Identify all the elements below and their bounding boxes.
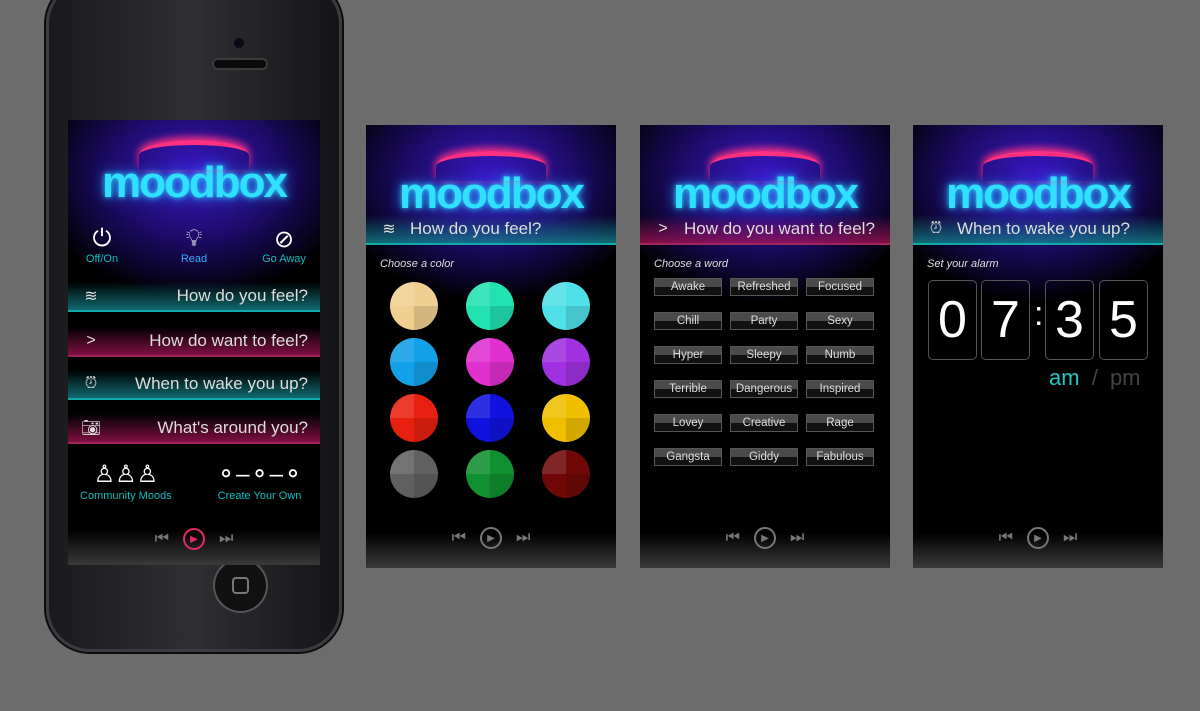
previous-icon[interactable]: ⏮: [999, 529, 1013, 547]
camera: [234, 38, 244, 48]
next-icon[interactable]: ⏭: [516, 529, 530, 547]
moodbox-logo: moodbox: [913, 151, 1163, 219]
previous-icon[interactable]: ⏮: [726, 529, 740, 547]
time-separator: :: [1034, 295, 1044, 333]
color-swatch[interactable]: [466, 282, 514, 330]
word-button[interactable]: Lovey: [654, 414, 722, 432]
color-swatch[interactable]: [466, 394, 514, 442]
moodbox-logo: moodbox: [640, 151, 890, 219]
minute-ones-digit[interactable]: 5: [1099, 280, 1148, 360]
off-on-button[interactable]: ⏻ Off/On: [68, 225, 142, 265]
menu-how-do-you-feel[interactable]: ≋ How do you feel?: [68, 282, 320, 312]
nodes-icon: ⚬‒⚬‒⚬: [216, 461, 304, 488]
word-button[interactable]: Party: [730, 312, 798, 330]
minute-tens-digit[interactable]: 3: [1045, 280, 1094, 360]
waves-icon: ≋: [84, 288, 98, 305]
header-how-do-you-want-to-feel: > How do you want to feel?: [640, 215, 890, 245]
home-button[interactable]: [213, 558, 268, 613]
menu-whats-around-you[interactable]: 📷︎ What's around you?: [68, 414, 320, 444]
color-swatch[interactable]: [390, 450, 438, 498]
go-away-button[interactable]: ⊘ Go Away: [244, 225, 320, 265]
color-swatch[interactable]: [542, 394, 590, 442]
read-button[interactable]: 💡︎ Read: [154, 225, 234, 265]
word-button[interactable]: Numb: [806, 346, 874, 364]
color-swatch[interactable]: [390, 338, 438, 386]
header-how-do-you-feel: ≋ How do you feel?: [366, 215, 616, 245]
word-button[interactable]: Creative: [730, 414, 798, 432]
hour-tens-digit[interactable]: 0: [928, 280, 977, 360]
color-swatch[interactable]: [542, 450, 590, 498]
power-icon: ⏻: [92, 225, 112, 252]
play-icon[interactable]: ▶: [1027, 527, 1049, 549]
speaker: [214, 60, 266, 68]
hour-ones-digit[interactable]: 7: [981, 280, 1030, 360]
choose-word-label: Choose a word: [654, 258, 728, 270]
set-alarm-label: Set your alarm: [927, 258, 999, 270]
word-button[interactable]: Hyper: [654, 346, 722, 364]
word-button[interactable]: Inspired: [806, 380, 874, 398]
play-icon[interactable]: ▶: [754, 527, 776, 549]
chevron-right-icon: >: [86, 332, 96, 349]
color-swatch[interactable]: [466, 450, 514, 498]
play-icon[interactable]: ▶: [480, 527, 502, 549]
color-screen: moodbox ≋ How do you feel? Choose a color…: [366, 125, 616, 568]
word-button[interactable]: Focused: [806, 278, 874, 296]
word-button[interactable]: Rage: [806, 414, 874, 432]
moodbox-logo: moodbox: [366, 151, 616, 219]
color-swatch[interactable]: [390, 394, 438, 442]
next-icon[interactable]: ⏭: [790, 529, 804, 547]
color-swatch[interactable]: [390, 282, 438, 330]
header-when-to-wake-you-up: ⏰︎ When to wake you up?: [913, 215, 1163, 245]
alarm-clock-icon: ⏰︎: [84, 375, 98, 392]
alarm-clock-icon: ⏰︎: [929, 220, 943, 237]
word-button[interactable]: Chill: [654, 312, 722, 330]
word-button[interactable]: Terrible: [654, 380, 722, 398]
menu-how-do-want-to-feel[interactable]: > How do want to feel?: [68, 327, 320, 357]
word-button[interactable]: Awake: [654, 278, 722, 296]
community-moods-button[interactable]: ♙♙♙ Community Moods: [80, 460, 172, 502]
player-controls: ⏮ ▶ ⏭: [366, 527, 616, 549]
home-screen: moodbox ⏻ Off/On 💡︎ Read ⊘ Go Away ≋ How do …: [68, 120, 320, 565]
color-swatch[interactable]: [542, 338, 590, 386]
alarm-screen: moodbox ⏰︎ When to wake you up? Set your …: [913, 125, 1163, 568]
moodbox-logo: moodbox: [68, 140, 320, 208]
word-button[interactable]: Giddy: [730, 448, 798, 466]
previous-icon[interactable]: ⏮: [452, 529, 466, 547]
next-icon[interactable]: ⏭: [1063, 529, 1077, 547]
choose-color-label: Choose a color: [380, 258, 454, 270]
word-button[interactable]: Fabulous: [806, 448, 874, 466]
pm-option[interactable]: pm: [1110, 365, 1141, 390]
next-icon[interactable]: ⏭: [219, 530, 233, 548]
camera-icon: 📷︎: [80, 420, 102, 437]
waves-icon: ≋: [382, 221, 396, 238]
word-button[interactable]: Refreshed: [730, 278, 798, 296]
color-swatch[interactable]: [466, 338, 514, 386]
word-button[interactable]: Sleepy: [730, 346, 798, 364]
player-controls: ⏮ ▶ ⏭: [68, 528, 320, 550]
lightbulb-icon: 💡︎: [185, 225, 203, 252]
menu-when-to-wake-you-up[interactable]: ⏰︎ When to wake you up?: [68, 370, 320, 400]
am-option[interactable]: am: [1049, 365, 1080, 390]
am-pm-toggle: am / pm: [1049, 365, 1141, 391]
word-button[interactable]: Dangerous: [730, 380, 798, 398]
word-screen: moodbox > How do you want to feel? Choose…: [640, 125, 890, 568]
color-swatch[interactable]: [542, 282, 590, 330]
people-icon: ♙♙♙: [93, 461, 159, 488]
player-controls: ⏮ ▶ ⏭: [640, 527, 890, 549]
word-button[interactable]: Sexy: [806, 312, 874, 330]
create-your-own-button[interactable]: ⚬‒⚬‒⚬ Create Your Own: [216, 460, 303, 502]
play-icon[interactable]: ▶: [183, 528, 205, 550]
block-icon: ⊘: [273, 226, 295, 253]
word-button[interactable]: Gangsta: [654, 448, 722, 466]
player-controls: ⏮ ▶ ⏭: [913, 527, 1163, 549]
am-pm-slash: /: [1091, 365, 1098, 390]
chevron-right-icon: >: [658, 220, 668, 237]
previous-icon[interactable]: ⏮: [155, 530, 169, 548]
